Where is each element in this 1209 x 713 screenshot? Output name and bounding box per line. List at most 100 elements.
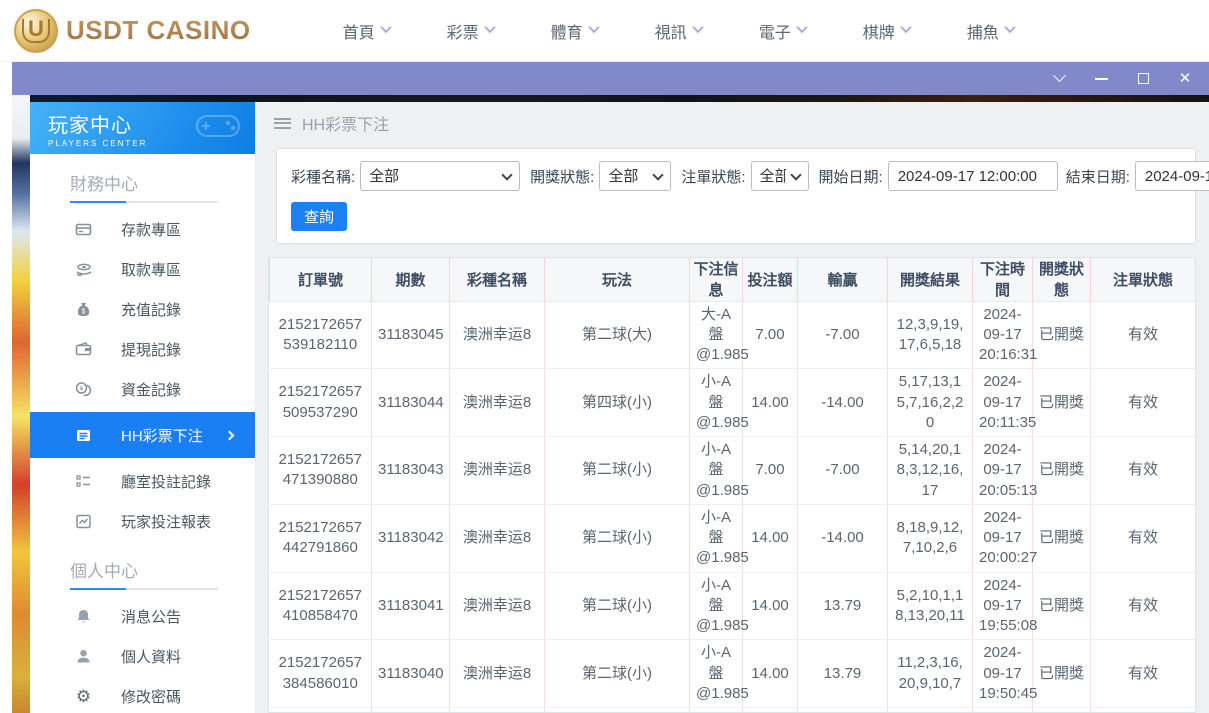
nav-item[interactable]: 視訊 — [655, 19, 702, 43]
sidebar-item-funds-records[interactable]: ¥ 資金記錄 — [30, 369, 255, 409]
nav-item[interactable]: 捕魚 — [967, 19, 1014, 43]
cell-order-id: 2152172657442791860 — [270, 504, 372, 572]
search-button[interactable]: 查詢 — [291, 202, 347, 231]
cell-draw-result: 20,6,7,12,19,8,16,14 — [888, 708, 973, 713]
withdraw-hand-icon — [75, 261, 92, 278]
nav-item-label: 首頁 — [343, 19, 375, 43]
window-close-button[interactable]: ✕ — [1177, 71, 1193, 87]
cell-bet-amount: 14.00 — [743, 572, 798, 640]
cell-bet-amount: 14.00 — [743, 640, 798, 708]
hamburger-icon[interactable] — [274, 118, 291, 129]
draw-status-select[interactable]: 全部 — [599, 161, 671, 191]
cell-bet-info: 小-A盤@1.985 — [690, 369, 743, 437]
bets-table-container: 訂單號期數彩種名稱玩法下注信息投注額輸贏開獎結果下注時間開獎狀態注單狀態 215… — [268, 257, 1196, 713]
cell-order-id: 2152172657471390880 — [270, 437, 372, 505]
nav-item-label: 電子 — [759, 19, 791, 43]
cell-draw-status: 已開獎 — [1033, 369, 1091, 437]
window-minimize-button[interactable] — [1093, 71, 1109, 87]
cell-order-status: 有效 — [1091, 437, 1196, 505]
ticket-list-icon — [75, 427, 92, 444]
nav-item[interactable]: 首頁 — [343, 19, 390, 43]
sidebar-item-withdrawal-records[interactable]: 提現記錄 — [30, 329, 255, 369]
cell-bet-info: 小-A盤@1.985 — [690, 708, 743, 713]
table-header-cell: 注單狀態 — [1091, 258, 1196, 301]
window-maximize-button[interactable] — [1135, 71, 1151, 87]
sidebar-item-label: 個人資料 — [121, 646, 181, 667]
nav-item[interactable]: 棋牌 — [863, 19, 910, 43]
cell-bet-time: 2024-09-17 20:00:27 — [973, 504, 1033, 572]
cell-bet-time: 2024-09-17 20:05:13 — [973, 437, 1033, 505]
nav-item-label: 彩票 — [447, 19, 479, 43]
minimize-icon — [1095, 78, 1108, 80]
table-header-cell: 下注時間 — [973, 258, 1033, 301]
cell-order-id: 2152172657539182110 — [270, 301, 372, 369]
table-body: 2152172657539182110 31183045 澳洲幸运8 第二球(大… — [270, 301, 1196, 713]
gamepad-icon — [195, 110, 241, 140]
sidebar-item-label: 存款專區 — [121, 219, 181, 240]
sidebar-item-recharge-records[interactable]: $ 充值記錄 — [30, 289, 255, 329]
cell-win-loss: -7.00 — [798, 301, 888, 369]
table-row[interactable]: 2152172657410858470 31183041 澳洲幸运8 第二球(小… — [270, 572, 1196, 640]
lottery-name-select-wrap: 全部 — [360, 161, 520, 191]
sidebar-item-announcements[interactable]: 消息公告 — [30, 596, 255, 636]
nav-item[interactable]: 彩票 — [447, 19, 494, 43]
chevron-down-icon — [1053, 69, 1066, 82]
draw-status-select-wrap: 全部 — [599, 161, 671, 191]
table-row[interactable]: 2152172657471390880 31183043 澳洲幸运8 第二球(小… — [270, 437, 1196, 505]
wallet-icon — [75, 341, 92, 358]
cell-bet-info: 小-A盤@1.985 — [690, 504, 743, 572]
cell-win-loss: -14.00 — [798, 369, 888, 437]
records-list-icon — [75, 473, 92, 490]
window-dropdown-button[interactable] — [1051, 71, 1067, 87]
cell-period: 31183045 — [372, 301, 450, 369]
chevron-down-icon — [380, 22, 391, 33]
sidebar-item-label: 修改密碼 — [121, 686, 181, 707]
sidebar-item-profile[interactable]: 個人資料 — [30, 636, 255, 676]
app-window: ✕ 玩家中心 PLAYERS CENTER — [12, 62, 1209, 713]
sidebar-item-hall-bet-records[interactable]: 廳室投註記錄 — [30, 461, 255, 501]
filter-panel: 彩種名稱: 全部 開獎狀態: 全部 — [276, 148, 1196, 244]
start-date-input[interactable] — [888, 161, 1058, 191]
nav-item[interactable]: 電子 — [759, 19, 806, 43]
cell-play-type: 第二球(小) — [545, 437, 690, 505]
cell-draw-status: 已開獎 — [1033, 572, 1091, 640]
cell-bet-amount: 7.00 — [743, 437, 798, 505]
cell-play-type: 第三球(小) — [545, 708, 690, 713]
bets-table: 訂單號期數彩種名稱玩法下注信息投注額輸贏開獎結果下注時間開獎狀態注單狀態 215… — [269, 258, 1195, 713]
sidebar-item-change-password[interactable]: ⚙ 修改密碼 — [30, 676, 255, 713]
table-row[interactable]: 2152172657350330100 31183039 澳洲幸运8 第三球(小… — [270, 708, 1196, 713]
moneybag-icon: $ — [75, 301, 92, 318]
sidebar-item-label: 玩家投注報表 — [121, 511, 211, 532]
cell-bet-time: 2024-09-17 19:55:08 — [973, 572, 1033, 640]
lottery-name-select[interactable]: 全部 — [360, 161, 520, 191]
banner-edge — [30, 95, 1209, 102]
sidebar-item-hh-lottery-bets[interactable]: HH彩票下注 — [30, 412, 255, 458]
cell-win-loss: -14.00 — [798, 504, 888, 572]
cell-draw-status: 已開獎 — [1033, 708, 1091, 713]
table-header-cell: 訂單號 — [270, 258, 372, 301]
window-body: 玩家中心 PLAYERS CENTER 財務中心 — [12, 95, 1209, 713]
table-header-cell: 期數 — [372, 258, 450, 301]
page: U USDT CASINO 首頁 彩票 體育 — [0, 0, 1209, 713]
order-status-select[interactable]: 全部 — [751, 161, 809, 191]
cell-period: 31183044 — [372, 369, 450, 437]
end-date-input[interactable] — [1135, 161, 1209, 191]
main-content: HH彩票下注 彩種名稱: 全部 開獎狀態: — [255, 102, 1209, 713]
table-row[interactable]: 2152172657384586010 31183040 澳洲幸运8 第二球(小… — [270, 640, 1196, 708]
cell-lottery-name: 澳洲幸运8 — [450, 504, 545, 572]
table-row[interactable]: 2152172657442791860 31183042 澳洲幸运8 第二球(小… — [270, 504, 1196, 572]
table-row[interactable]: 2152172657509537290 31183044 澳洲幸运8 第四球(小… — [270, 369, 1196, 437]
svg-text:$: $ — [82, 308, 86, 315]
sidebar-item-label: 資金記錄 — [121, 379, 181, 400]
lottery-name-label: 彩種名稱: — [291, 166, 355, 187]
table-header-cell: 投注額 — [743, 258, 798, 301]
site-logo[interactable]: U USDT CASINO — [14, 9, 251, 53]
cell-draw-status: 已開獎 — [1033, 640, 1091, 708]
sidebar-item-player-bet-report[interactable]: 玩家投注報表 — [30, 501, 255, 541]
sidebar-item-deposit[interactable]: 存款專區 — [30, 209, 255, 249]
cell-draw-result: 5,17,13,15,7,16,2,20 — [888, 369, 973, 437]
nav-item[interactable]: 體育 — [551, 19, 598, 43]
table-row[interactable]: 2152172657539182110 31183045 澳洲幸运8 第二球(大… — [270, 301, 1196, 369]
sidebar-item-withdraw[interactable]: 取款專區 — [30, 249, 255, 289]
window-titlebar: ✕ — [12, 62, 1209, 95]
